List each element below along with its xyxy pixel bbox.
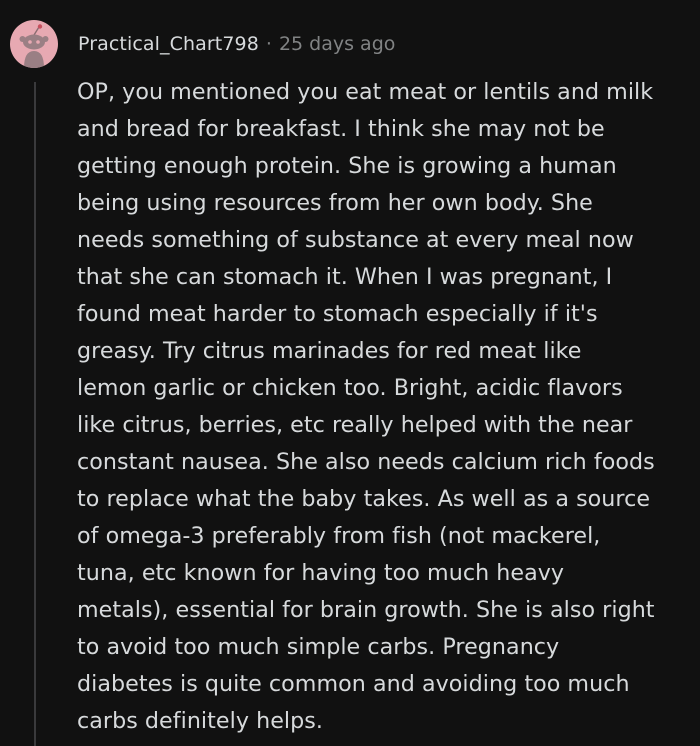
comment-body-line: greasy. Try citrus marinades for red mea… bbox=[77, 338, 582, 364]
comment-body-line: found meat harder to stomach especially … bbox=[77, 301, 598, 327]
comment-body-line: of omega-3 preferably from fish (not mac… bbox=[77, 523, 601, 549]
comment-body-line: needs something of substance at every me… bbox=[77, 227, 634, 253]
comment-body-line: and bread for breakfast. I think she may… bbox=[77, 116, 605, 142]
comment-body-line: getting enough protein. She is growing a… bbox=[77, 153, 617, 179]
snoo-avatar-icon[interactable] bbox=[10, 20, 58, 68]
comment-body-line: being using resources from her own body.… bbox=[77, 190, 593, 216]
comment-timestamp[interactable]: 25 days ago bbox=[279, 33, 395, 55]
comment: Practical_Chart798 · 25 days ago OP, you… bbox=[0, 0, 700, 746]
comment-body-line: diabetes is quite common and avoiding to… bbox=[77, 671, 630, 697]
comment-body-line: lemon garlic or chicken too. Bright, aci… bbox=[77, 375, 623, 401]
comment-body-line: OP, you mentioned you eat meat or lentil… bbox=[77, 79, 654, 105]
meta-separator: · bbox=[265, 33, 272, 55]
comment-header: Practical_Chart798 · 25 days ago bbox=[10, 20, 395, 68]
comment-body-line: to avoid too much simple carbs. Pregnanc… bbox=[77, 634, 560, 660]
comment-body: OP, you mentioned you eat meat or lentil… bbox=[77, 74, 687, 740]
author-username[interactable]: Practical_Chart798 bbox=[78, 33, 259, 55]
comment-body-line: constant nausea. She also needs calcium … bbox=[77, 449, 655, 475]
comment-body-line: carbs definitely helps. bbox=[77, 708, 323, 734]
comment-body-line: tuna, etc known for having too much heav… bbox=[77, 560, 565, 586]
comment-body-line: that she can stomach it. When I was preg… bbox=[77, 264, 613, 290]
comment-body-line: like citrus, berries, etc really helped … bbox=[77, 412, 633, 438]
thread-line[interactable] bbox=[34, 82, 36, 746]
comment-body-line: metals), essential for brain growth. She… bbox=[77, 597, 655, 623]
comment-body-line: to replace what the baby takes. As well … bbox=[77, 486, 651, 512]
